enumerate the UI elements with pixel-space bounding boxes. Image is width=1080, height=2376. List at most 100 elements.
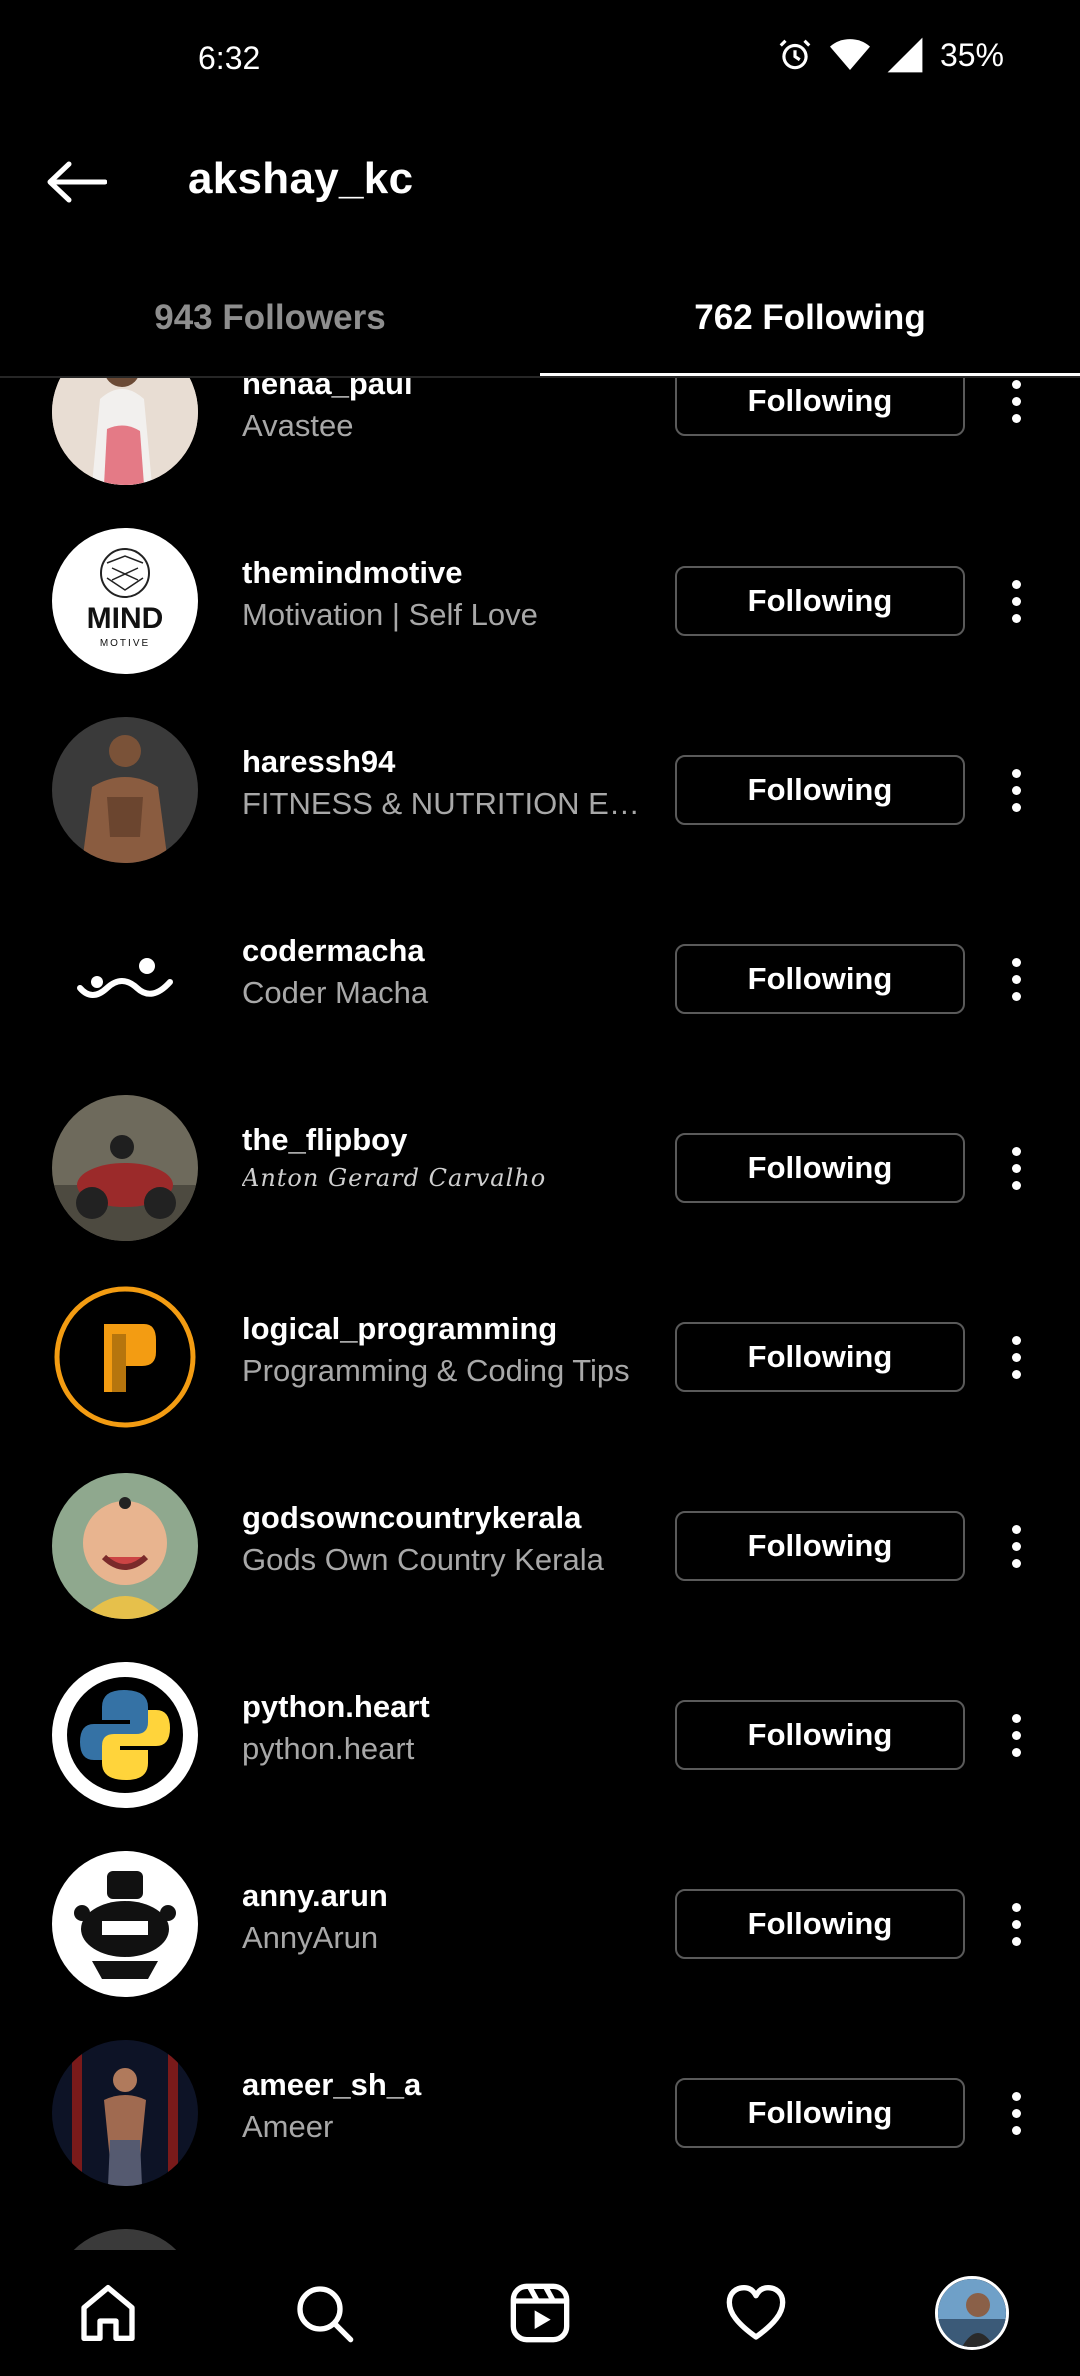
username[interactable]: anny.arun bbox=[242, 1878, 652, 1914]
mind-logo-subtext: MOTIVE bbox=[100, 638, 150, 649]
username[interactable]: themindmotive bbox=[242, 555, 652, 591]
list-item[interactable]: MIND MOTIVE themindmotive Motivation | S… bbox=[0, 507, 1080, 696]
user-info: themindmotive Motivation | Self Love bbox=[242, 555, 652, 633]
status-bar: 6:32 35% bbox=[0, 0, 1080, 120]
signal-icon bbox=[886, 36, 924, 74]
status-icons: 35% bbox=[776, 36, 1004, 74]
following-button[interactable]: Following bbox=[675, 1133, 965, 1203]
avatar[interactable] bbox=[52, 1851, 198, 1997]
full-name: AnnyArun bbox=[242, 1920, 379, 1955]
more-options-icon[interactable] bbox=[996, 760, 1036, 820]
full-name: Ameer bbox=[242, 2109, 334, 2144]
tab-following[interactable]: 762 Following bbox=[540, 258, 1080, 378]
username[interactable]: godsowncountrykerala bbox=[242, 1500, 652, 1536]
user-info: logical_programming Programming & Coding… bbox=[242, 1311, 652, 1389]
battery-level: 35% bbox=[939, 36, 1004, 73]
following-button[interactable]: Following bbox=[675, 1889, 965, 1959]
avatar[interactable] bbox=[52, 378, 198, 485]
wifi-icon bbox=[829, 37, 870, 73]
following-list[interactable]: nehaa_paul Avastee Following MIND MOTIVE… bbox=[0, 378, 1080, 2250]
screen: 6:32 35% akshay_kc 943 Followers 762 Fol… bbox=[0, 0, 1080, 2376]
avatar[interactable] bbox=[52, 906, 198, 1052]
more-options-icon[interactable] bbox=[996, 1894, 1036, 1954]
avatar[interactable] bbox=[52, 1284, 198, 1430]
user-info: nehaa_paul Avastee bbox=[242, 378, 652, 444]
mind-logo-text: MIND bbox=[87, 602, 164, 635]
profile-avatar bbox=[935, 2276, 1009, 2350]
arrow-left-icon bbox=[47, 161, 107, 203]
full-name: Coder Macha bbox=[242, 975, 429, 1010]
more-options-icon[interactable] bbox=[996, 949, 1036, 1009]
more-options-icon[interactable] bbox=[996, 1138, 1036, 1198]
list-item[interactable]: ameer_sh_a Ameer Following bbox=[0, 2019, 1080, 2208]
nav-activity[interactable] bbox=[696, 2250, 816, 2376]
avatar[interactable] bbox=[52, 1662, 198, 1808]
user-info: godsowncountrykerala Gods Own Country Ke… bbox=[242, 1500, 652, 1578]
page-title: akshay_kc bbox=[188, 154, 414, 203]
heart-icon bbox=[726, 2285, 786, 2340]
list-item[interactable]: haressh94 FITNESS & NUTRITION EXP... Fol… bbox=[0, 696, 1080, 885]
tabs: 943 Followers 762 Following bbox=[0, 258, 1080, 378]
nav-home[interactable] bbox=[48, 2250, 168, 2376]
more-options-icon[interactable] bbox=[996, 2083, 1036, 2143]
user-info: haressh94 FITNESS & NUTRITION EXP... bbox=[242, 744, 652, 822]
more-options-icon[interactable] bbox=[996, 1516, 1036, 1576]
full-name: FITNESS & NUTRITION EXP... bbox=[242, 786, 652, 821]
avatar[interactable] bbox=[52, 1473, 198, 1619]
more-options-icon[interactable] bbox=[996, 378, 1036, 431]
list-item[interactable]: codermacha Coder Macha Following bbox=[0, 885, 1080, 1074]
list-item[interactable]: python.heart python.heart Following bbox=[0, 1641, 1080, 1830]
following-button[interactable]: Following bbox=[675, 378, 965, 436]
list-item[interactable]: nehaa_paul Avastee Following bbox=[0, 378, 1080, 507]
user-info: anny.arun AnnyArun bbox=[242, 1878, 652, 1956]
username[interactable]: the_flipboy bbox=[242, 1122, 652, 1158]
list-item[interactable]: the_flipboy Anton Gerard Carvalho Follow… bbox=[0, 1074, 1080, 1263]
following-button[interactable]: Following bbox=[675, 2078, 965, 2148]
tab-active-indicator bbox=[540, 373, 1080, 376]
full-name: Gods Own Country Kerala bbox=[242, 1542, 604, 1577]
user-info: python.heart python.heart bbox=[242, 1689, 652, 1767]
user-info: ameer_sh_a Ameer bbox=[242, 2067, 652, 2145]
alarm-icon bbox=[776, 36, 814, 74]
reels-icon bbox=[510, 2283, 570, 2343]
home-icon bbox=[81, 2285, 135, 2341]
more-options-icon[interactable] bbox=[996, 571, 1036, 631]
nav-search[interactable] bbox=[264, 2250, 384, 2376]
search-icon bbox=[297, 2286, 354, 2343]
more-options-icon[interactable] bbox=[996, 1327, 1036, 1387]
avatar[interactable]: MIND MOTIVE bbox=[52, 528, 198, 674]
bottom-nav bbox=[0, 2250, 1080, 2376]
username[interactable]: haressh94 bbox=[242, 744, 652, 780]
avatar[interactable] bbox=[52, 2229, 198, 2250]
username[interactable]: logical_programming bbox=[242, 1311, 652, 1347]
user-info: codermacha Coder Macha bbox=[242, 933, 652, 1011]
list-item[interactable]: godsowncountrykerala Gods Own Country Ke… bbox=[0, 1452, 1080, 1641]
avatar[interactable] bbox=[52, 1095, 198, 1241]
following-button[interactable]: Following bbox=[675, 944, 965, 1014]
header: akshay_kc bbox=[0, 120, 1080, 244]
username[interactable]: codermacha bbox=[242, 933, 652, 969]
list-item[interactable]: logical_programming Programming & Coding… bbox=[0, 1263, 1080, 1452]
following-button[interactable]: Following bbox=[675, 566, 965, 636]
following-button[interactable]: Following bbox=[675, 1511, 965, 1581]
username[interactable]: ameer_sh_a bbox=[242, 2067, 652, 2103]
list-item[interactable] bbox=[0, 2208, 1080, 2250]
avatar[interactable] bbox=[52, 2040, 198, 2186]
following-button[interactable]: Following bbox=[675, 755, 965, 825]
full-name: Anton Gerard Carvalho bbox=[242, 1164, 547, 1192]
following-button[interactable]: Following bbox=[675, 1322, 965, 1392]
full-name: Motivation | Self Love bbox=[242, 597, 538, 632]
back-button[interactable] bbox=[36, 142, 116, 222]
username[interactable]: nehaa_paul bbox=[242, 378, 652, 402]
nav-profile[interactable] bbox=[912, 2250, 1032, 2376]
following-button[interactable]: Following bbox=[675, 1700, 965, 1770]
nav-reels[interactable] bbox=[480, 2250, 600, 2376]
list-item[interactable]: anny.arun AnnyArun Following bbox=[0, 1830, 1080, 2019]
avatar[interactable] bbox=[52, 717, 198, 863]
more-options-icon[interactable] bbox=[996, 1705, 1036, 1765]
tab-followers[interactable]: 943 Followers bbox=[0, 258, 540, 378]
user-info: the_flipboy Anton Gerard Carvalho bbox=[242, 1122, 652, 1192]
full-name: Programming & Coding Tips bbox=[242, 1353, 630, 1388]
username[interactable]: python.heart bbox=[242, 1689, 652, 1725]
full-name: Avastee bbox=[242, 408, 354, 443]
